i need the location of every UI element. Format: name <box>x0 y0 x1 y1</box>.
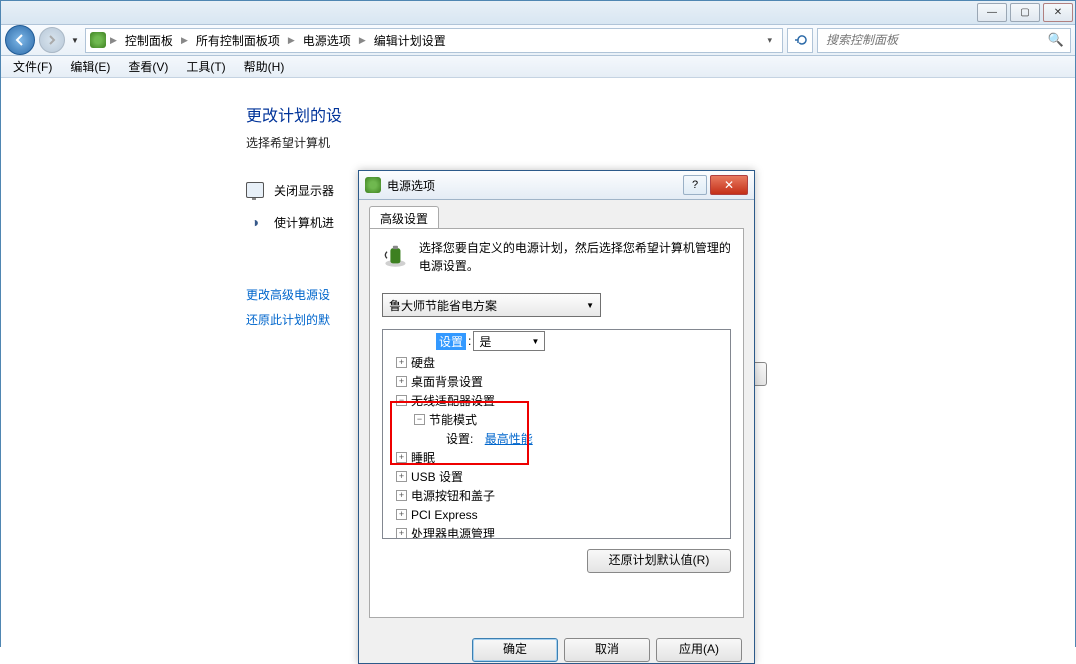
chevron-right-icon: ▶ <box>288 35 295 46</box>
expand-toggle[interactable]: + <box>396 471 407 482</box>
chevron-right-icon: ▶ <box>110 35 117 46</box>
breadcrumb-item[interactable]: 控制面板 <box>121 30 177 51</box>
ok-button[interactable]: 确定 <box>472 638 558 662</box>
dialog-titlebar: 电源选项 ? ✕ <box>359 171 754 200</box>
dialog-close-button[interactable]: ✕ <box>710 175 748 195</box>
battery-icon <box>382 239 409 271</box>
breadcrumb-item[interactable]: 所有控制面板项 <box>192 30 284 51</box>
expand-toggle[interactable]: + <box>396 376 407 387</box>
tree-item-desktop[interactable]: 桌面背景设置 <box>411 373 483 390</box>
chevron-down-icon: ▼ <box>586 301 594 310</box>
expand-toggle[interactable]: + <box>396 452 407 463</box>
restore-defaults-button[interactable]: 还原计划默认值(R) <box>587 549 731 573</box>
search-input[interactable] <box>824 32 1048 48</box>
search-icon[interactable]: 🔍 <box>1048 32 1064 48</box>
tree-item-usb[interactable]: USB 设置 <box>411 468 463 485</box>
menu-edit[interactable]: 编辑(E) <box>68 56 112 77</box>
page-subtitle: 选择希望计算机 <box>246 134 806 151</box>
power-icon <box>365 177 381 193</box>
menu-file[interactable]: 文件(F) <box>11 56 54 77</box>
tab-advanced[interactable]: 高级设置 <box>369 206 439 228</box>
close-button[interactable]: ✕ <box>1043 3 1073 22</box>
setting-prefix: 设置: <box>446 430 473 447</box>
nav-history-dropdown[interactable]: ▼ <box>69 27 81 53</box>
tree-item-sleep[interactable]: 睡眠 <box>411 449 435 466</box>
control-panel-icon <box>90 32 106 48</box>
plan-select[interactable]: 鲁大师节能省电方案 ▼ <box>382 293 601 317</box>
breadcrumb[interactable]: ▶ 控制面板 ▶ 所有控制面板项 ▶ 电源选项 ▶ 编辑计划设置 ▾ <box>85 28 783 53</box>
back-button[interactable] <box>5 25 35 55</box>
minimize-button[interactable]: — <box>977 3 1007 22</box>
menu-bar: 文件(F) 编辑(E) 查看(V) 工具(T) 帮助(H) <box>1 56 1075 78</box>
menu-view[interactable]: 查看(V) <box>126 56 170 77</box>
menu-help[interactable]: 帮助(H) <box>242 56 287 77</box>
dialog-cancel-button[interactable]: 取消 <box>564 638 650 662</box>
restore-defaults-link[interactable]: 还原此计划的默 <box>246 311 330 328</box>
main-window: — ▢ ✕ ▼ ▶ 控制面板 ▶ 所有控制面板项 ▶ 电源选项 ▶ 编辑计划设置… <box>0 0 1076 647</box>
settings-tree[interactable]: 设置: 是▼ +硬盘 +桌面背景设置 −无线适配器设置 −节能模式 设置: 最高… <box>382 329 731 539</box>
expand-toggle[interactable]: + <box>396 509 407 520</box>
maximize-button[interactable]: ▢ <box>1010 3 1040 22</box>
page-title: 更改计划的设 <box>246 102 806 126</box>
sleep-label: 使计算机进 <box>274 214 334 231</box>
dialog-description: 选择您要自定义的电源计划，然后选择您希望计算机管理的电源设置。 <box>419 239 731 275</box>
expand-toggle[interactable]: + <box>396 528 407 539</box>
titlebar: — ▢ ✕ <box>1 1 1075 25</box>
forward-button <box>39 27 65 53</box>
dialog-title: 电源选项 <box>387 177 683 194</box>
collapse-toggle[interactable]: − <box>396 395 407 406</box>
tree-item-power-button[interactable]: 电源按钮和盖子 <box>411 487 495 504</box>
setting-value-dropdown[interactable]: 是▼ <box>473 331 545 351</box>
expand-toggle[interactable]: + <box>396 357 407 368</box>
content-area: 更改计划的设 选择希望计算机 关闭显示器 ◑ 使计算机进 更改高级电源设 还原此… <box>1 78 1075 649</box>
expand-toggle[interactable]: + <box>396 490 407 501</box>
chevron-right-icon: ▶ <box>359 35 366 46</box>
nav-bar: ▼ ▶ 控制面板 ▶ 所有控制面板项 ▶ 电源选项 ▶ 编辑计划设置 ▾ 🔍 <box>1 25 1075 56</box>
power-options-dialog: 电源选项 ? ✕ 高级设置 选择您要自定义的电源 <box>358 170 755 664</box>
monitor-icon <box>246 181 264 199</box>
menu-tools[interactable]: 工具(T) <box>184 56 227 77</box>
tree-item-wireless[interactable]: 无线适配器设置 <box>411 392 495 409</box>
collapse-toggle[interactable]: − <box>414 414 425 425</box>
tree-item-pci[interactable]: PCI Express <box>411 508 478 522</box>
breadcrumb-dropdown[interactable]: ▾ <box>761 35 778 46</box>
refresh-button[interactable] <box>787 28 813 53</box>
plan-select-value: 鲁大师节能省电方案 <box>389 297 497 314</box>
apply-button[interactable]: 应用(A) <box>656 638 742 662</box>
breadcrumb-item[interactable]: 电源选项 <box>299 30 355 51</box>
setting-label: 设置 <box>436 333 466 350</box>
tree-item-powersave[interactable]: 节能模式 <box>429 411 477 428</box>
tree-item-hdd[interactable]: 硬盘 <box>411 354 435 371</box>
breadcrumb-item[interactable]: 编辑计划设置 <box>370 30 450 51</box>
search-box[interactable]: 🔍 <box>817 28 1071 53</box>
display-off-label: 关闭显示器 <box>274 182 334 199</box>
tree-item-cpu[interactable]: 处理器电源管理 <box>411 525 495 539</box>
chevron-right-icon: ▶ <box>181 35 188 46</box>
moon-icon: ◑ <box>246 213 264 231</box>
dialog-help-button[interactable]: ? <box>683 175 707 195</box>
advanced-settings-link[interactable]: 更改高级电源设 <box>246 286 330 303</box>
setting-value-link[interactable]: 最高性能 <box>485 430 533 447</box>
